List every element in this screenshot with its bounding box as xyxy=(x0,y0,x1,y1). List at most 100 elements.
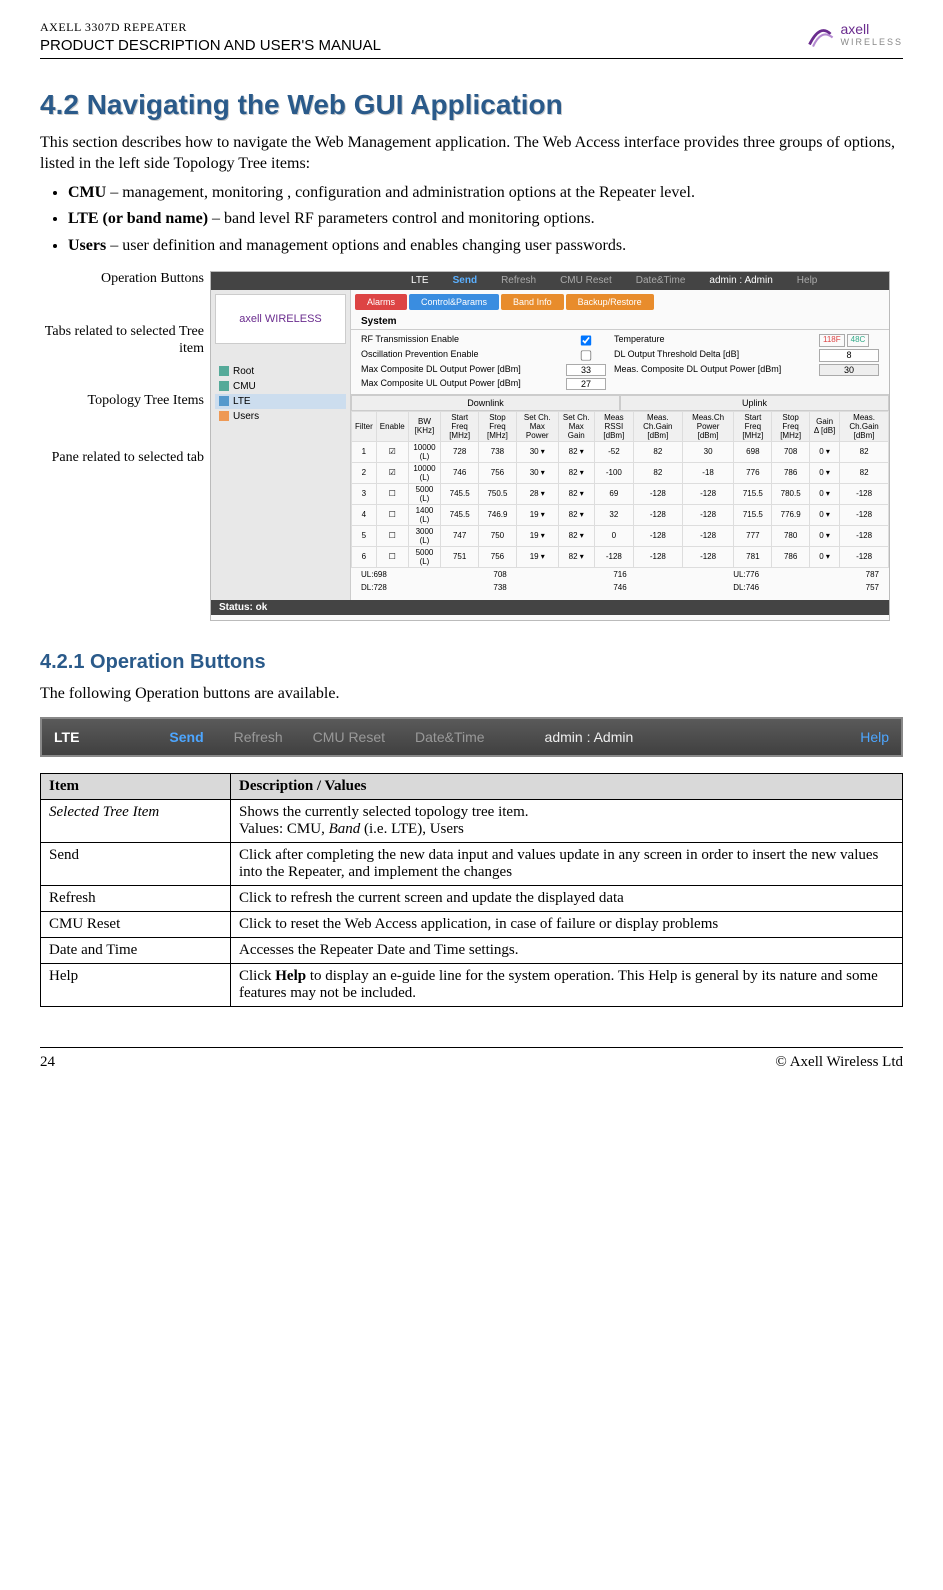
table-cell: 777 xyxy=(734,525,772,546)
shot-send[interactable]: Send xyxy=(453,275,477,286)
table-cell: 698 xyxy=(734,441,772,462)
shot-sidebar-logo: axell WIRELESS xyxy=(215,294,346,344)
table-cell: 0 ▾ xyxy=(810,462,840,483)
item-cell: Date and Time xyxy=(41,937,231,963)
val-max-ul[interactable]: 27 xyxy=(566,378,606,390)
table-cell: 32 xyxy=(594,504,633,525)
desc-cell: Shows the currently selected topology tr… xyxy=(231,799,903,842)
table-cell: 28 ▾ xyxy=(516,483,558,504)
table-cell: 776 xyxy=(734,462,772,483)
shot-topbar: LTE Send Refresh CMU Reset Date&Time adm… xyxy=(211,272,889,290)
table-cell: 746 xyxy=(441,462,479,483)
table-cell: 19 ▾ xyxy=(516,546,558,567)
shot-lte: LTE xyxy=(411,275,429,286)
axell-logo: axell WIRELESS xyxy=(806,20,903,48)
tab-control-params[interactable]: Control&Params xyxy=(409,294,499,310)
ch-header-cell: Meas RSSI [dBm] xyxy=(594,411,633,441)
th-item: Item xyxy=(41,773,231,799)
section-intro: This section describes how to navigate t… xyxy=(40,133,903,175)
logo-swoosh-icon xyxy=(806,20,834,48)
item-cell: Help xyxy=(41,963,231,1006)
tab-band-info[interactable]: Band Info xyxy=(501,294,564,310)
table-cell: 780 xyxy=(772,525,810,546)
shot-tabs: Alarms Control&Params Band Info Backup/R… xyxy=(351,290,889,314)
ch-header-cell: Set Ch. Max Gain xyxy=(558,411,594,441)
lbl-max-ul: Max Composite UL Output Power [dBm] xyxy=(361,378,558,390)
opbar-admin: admin : Admin xyxy=(545,729,634,745)
table-row: 5☐3000 (L)74775019 ▾82 ▾0-128-1287777800… xyxy=(352,525,889,546)
chk-rf-enable[interactable] xyxy=(570,335,602,345)
lbl-meas-dl: Meas. Composite DL Output Power [dBm] xyxy=(614,364,811,376)
system-label: System xyxy=(351,314,889,330)
table-cell: 30 ▾ xyxy=(516,441,558,462)
opbar-datetime[interactable]: Date&Time xyxy=(415,729,485,745)
shot-body: axell WIRELESS Root CMU LTE Users Alarms… xyxy=(211,290,889,600)
uplink-hdr: Uplink xyxy=(620,395,889,411)
table-row: 2☑10000 (L)74675630 ▾82 ▾-10082-18776786… xyxy=(352,462,889,483)
tab-backup-restore[interactable]: Backup/Restore xyxy=(566,294,654,310)
shot-tree: Root CMU LTE Users xyxy=(215,364,346,424)
table-cell: 82 ▾ xyxy=(558,483,594,504)
lbl-temperature: Temperature xyxy=(614,334,811,347)
param-grid: RF Transmission Enable Temperature 118F4… xyxy=(351,330,889,395)
opbar-refresh[interactable]: Refresh xyxy=(234,729,283,745)
annot-tree: Topology Tree Items xyxy=(40,393,204,410)
annot-tabs: Tabs related to selected Tree item xyxy=(40,324,204,358)
opbar-help[interactable]: Help xyxy=(860,729,889,745)
freq-row-dl: DL:728 738 746 DL:746 757 xyxy=(351,581,889,594)
ch-header-cell: Meas. Ch.Gain [dBm] xyxy=(840,411,889,441)
table-cell: 0 ▾ xyxy=(810,483,840,504)
table-row: CMU ResetClick to reset the Web Access a… xyxy=(41,911,903,937)
table-cell: 19 ▾ xyxy=(516,504,558,525)
lbl-rf-enable: RF Transmission Enable xyxy=(361,334,558,347)
shot-help[interactable]: Help xyxy=(797,275,818,286)
table-cell: 3000 (L) xyxy=(408,525,441,546)
table-cell: 715.5 xyxy=(734,483,772,504)
opbar-cmu-reset[interactable]: CMU Reset xyxy=(313,729,385,745)
ch-header-cell: Meas. Ch.Gain [dBm] xyxy=(633,411,682,441)
downlink-hdr: Downlink xyxy=(351,395,620,411)
table-cell: -18 xyxy=(682,462,734,483)
table-row: Selected Tree ItemShows the currently se… xyxy=(41,799,903,842)
table-cell: 776.9 xyxy=(772,504,810,525)
val-max-dl[interactable]: 33 xyxy=(566,364,606,376)
product-line: AXELL 3307D REPEATER xyxy=(40,20,381,35)
tab-alarms[interactable]: Alarms xyxy=(355,294,407,310)
header-left: AXELL 3307D REPEATER PRODUCT DESCRIPTION… xyxy=(40,20,381,54)
annot-pane: Pane related to selected tab xyxy=(40,450,204,467)
opbar-send[interactable]: Send xyxy=(169,729,203,745)
tree-lte[interactable]: LTE xyxy=(215,394,346,409)
lbl-osc-prevent: Oscillation Prevention Enable xyxy=(361,349,558,362)
table-cell: 10000 (L) xyxy=(408,462,441,483)
chk-osc-prevent[interactable] xyxy=(570,350,602,360)
annotated-screenshot: Operation Buttons Tabs related to select… xyxy=(40,271,903,621)
desc-cell: Click to refresh the current screen and … xyxy=(231,885,903,911)
bullet-item: CMU – management, monitoring , configura… xyxy=(68,183,903,204)
table-cell: 10000 (L) xyxy=(408,441,441,462)
table-row: 3☐5000 (L)745.5750.528 ▾82 ▾69-128-12871… xyxy=(352,483,889,504)
doc-title: PRODUCT DESCRIPTION AND USER'S MANUAL xyxy=(40,37,381,54)
users-icon xyxy=(219,411,229,421)
shot-refresh[interactable]: Refresh xyxy=(501,275,536,286)
tree-cmu[interactable]: CMU xyxy=(215,379,346,394)
table-cell: 69 xyxy=(594,483,633,504)
tree-users[interactable]: Users xyxy=(215,409,346,424)
bullet-item: LTE (or band name) – band level RF param… xyxy=(68,209,903,230)
table-cell: 6 xyxy=(352,546,377,567)
node-icon xyxy=(219,381,229,391)
table-cell: 19 ▾ xyxy=(516,525,558,546)
val-dl-delta[interactable]: 8 xyxy=(819,349,879,362)
bullet-item: Users – user definition and management o… xyxy=(68,236,903,257)
desc-cell: Click after completing the new data inpu… xyxy=(231,842,903,885)
table-cell: -128 xyxy=(840,525,889,546)
shot-datetime[interactable]: Date&Time xyxy=(636,275,686,286)
shot-cmu-reset[interactable]: CMU Reset xyxy=(560,275,612,286)
table-cell: 715.5 xyxy=(734,504,772,525)
ch-header-cell: Meas.Ch Power [dBm] xyxy=(682,411,734,441)
table-row: 1☑10000 (L)72873830 ▾82 ▾-5282306987080 … xyxy=(352,441,889,462)
tree-root[interactable]: Root xyxy=(215,364,346,379)
item-cell: Refresh xyxy=(41,885,231,911)
table-cell: 1400 (L) xyxy=(408,504,441,525)
channel-table: FilterEnableBW [KHz]Start Freq [MHz]Stop… xyxy=(351,411,889,568)
table-cell: 2 xyxy=(352,462,377,483)
